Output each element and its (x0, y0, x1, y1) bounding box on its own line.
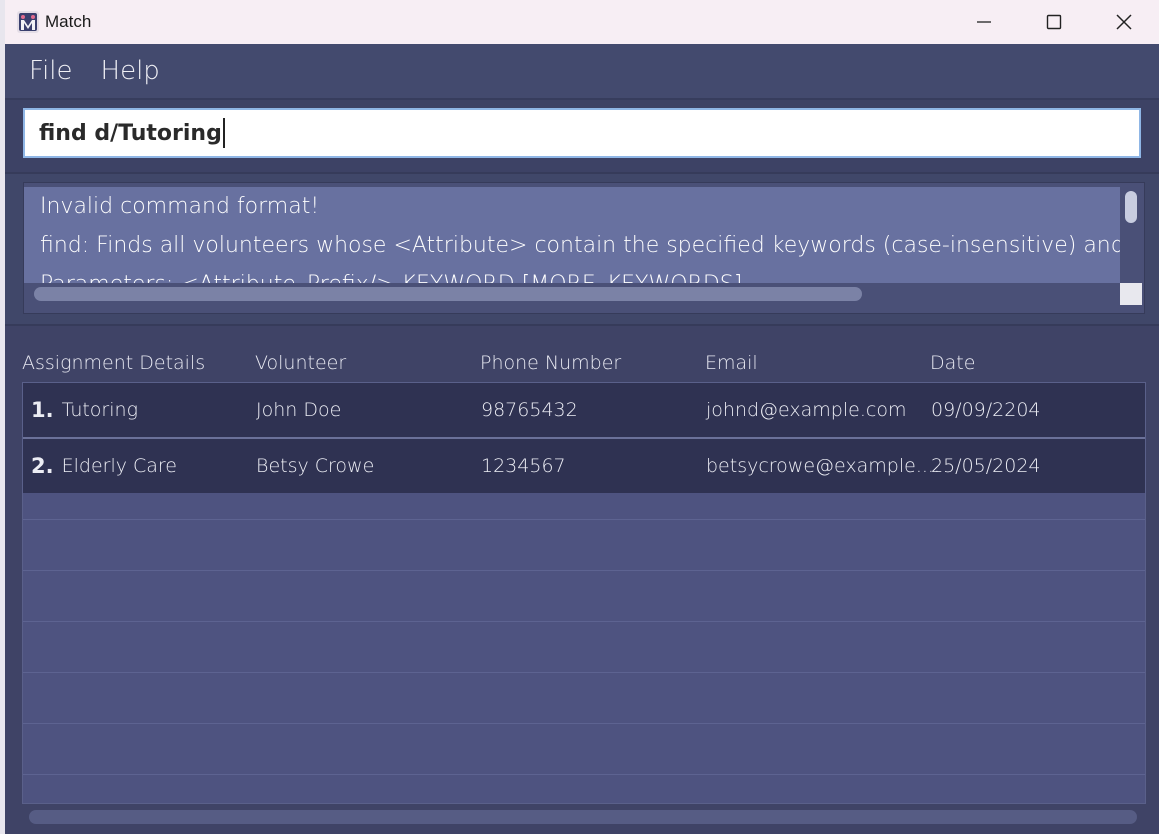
cell-volunteer: John Doe (256, 399, 342, 421)
header-date[interactable]: Date (930, 352, 975, 374)
app-window: Match File Help find d/Tutoring Invalid … (5, 0, 1159, 834)
empty-row-divider (23, 774, 1145, 775)
window-title: Match (45, 12, 92, 31)
minimize-icon (977, 21, 991, 23)
maximize-button[interactable] (1019, 0, 1089, 44)
window-controls (949, 0, 1159, 44)
cell-volunteer: Betsy Crowe (256, 455, 375, 477)
table-header: Assignment Details Volunteer Phone Numbe… (22, 344, 1146, 382)
assignment-name: Tutoring (61, 399, 138, 421)
close-button[interactable] (1089, 0, 1159, 44)
empty-row-divider (23, 723, 1145, 724)
cell-date: 09/09/2204 (931, 399, 1041, 421)
cell-phone: 1234567 (481, 455, 566, 477)
cell-date: 25/05/2024 (931, 455, 1041, 477)
title-bar[interactable]: Match (5, 0, 1159, 44)
table-horizontal-scrollbar[interactable] (29, 810, 1137, 824)
row-index: 2. (31, 454, 54, 478)
result-vertical-scrollbar[interactable] (1125, 191, 1137, 223)
assignment-table: 1. Tutoring John Doe 98765432 johnd@exam… (22, 382, 1146, 804)
minimize-button[interactable] (949, 0, 1019, 44)
header-volunteer[interactable]: Volunteer (255, 352, 346, 374)
result-display[interactable]: Invalid command format! find: Finds all … (23, 182, 1145, 314)
close-icon (1116, 14, 1132, 30)
table-row[interactable]: 1. Tutoring John Doe 98765432 johnd@exam… (23, 383, 1145, 437)
empty-row-divider (23, 672, 1145, 673)
menu-file[interactable]: File (29, 56, 73, 86)
empty-row-divider (23, 570, 1145, 571)
cell-email: johnd@example.com (706, 399, 907, 421)
result-line-1: Invalid command format! (40, 194, 320, 219)
command-input[interactable]: find d/Tutoring (23, 108, 1141, 158)
menu-bar: File Help (5, 44, 1159, 100)
header-phone-number[interactable]: Phone Number (480, 352, 621, 374)
result-display-area: Invalid command format! find: Finds all … (5, 174, 1159, 326)
result-line-2: find: Finds all volunteers whose <Attrib… (40, 233, 1120, 258)
command-input-text: find d/Tutoring (39, 120, 222, 146)
text-caret (222, 118, 225, 148)
assignment-name: Elderly Care (61, 455, 177, 477)
command-box-area: find d/Tutoring (5, 100, 1159, 174)
cell-email: betsycrowe@example.... (706, 455, 940, 477)
menu-help[interactable]: Help (101, 56, 160, 86)
cell-assignment-details: 1. Tutoring (31, 383, 138, 437)
empty-row-divider (23, 621, 1145, 622)
result-text: Invalid command format! find: Finds all … (24, 187, 1120, 283)
scroll-corner (1120, 283, 1142, 305)
assignment-list-panel: Assignment Details Volunteer Phone Numbe… (5, 326, 1159, 834)
cell-phone: 98765432 (481, 399, 578, 421)
maximize-icon (1046, 14, 1062, 30)
result-line-3: Parameters: <Attribute_Prefix/> KEYWORD … (40, 265, 1120, 283)
header-assignment-details[interactable]: Assignment Details (22, 352, 205, 374)
empty-row-divider (23, 519, 1145, 520)
row-index: 1. (31, 398, 54, 422)
result-horizontal-scrollbar[interactable] (34, 287, 862, 301)
table-row[interactable]: 2. Elderly Care Betsy Crowe 1234567 bets… (23, 439, 1145, 493)
app-logo-icon (17, 11, 39, 33)
cell-assignment-details: 2. Elderly Care (31, 439, 177, 493)
header-email[interactable]: Email (705, 352, 758, 374)
